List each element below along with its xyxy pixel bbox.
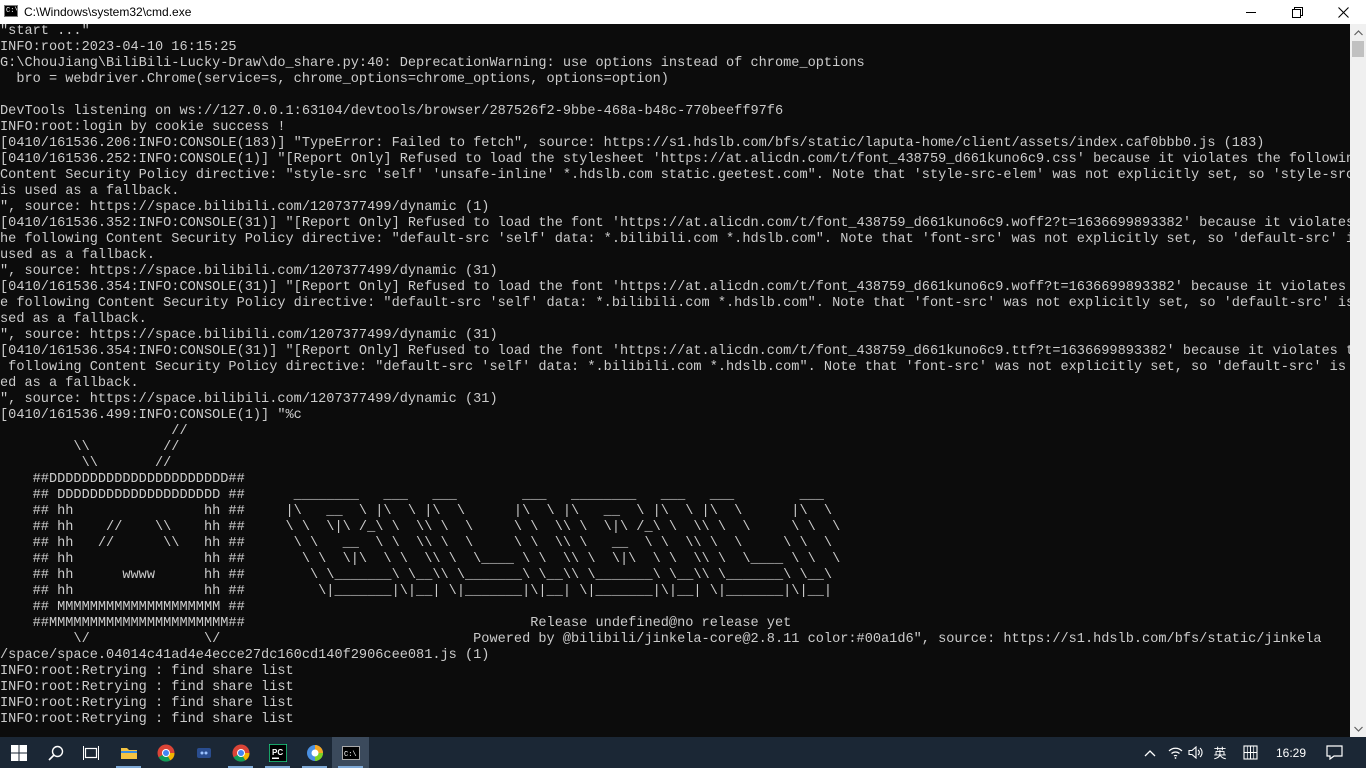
browser-button[interactable] [296,737,333,768]
chrome-icon [232,744,250,762]
console-line: he following Content Security Policy dir… [0,232,1350,247]
close-button[interactable] [1320,0,1366,24]
chrome-icon [157,744,175,762]
console-line: ", source: https://space.bilibili.com/12… [0,392,498,407]
task-view-icon [82,745,99,760]
console-line: following Content Security Policy direct… [0,360,1350,375]
folder-icon [120,748,137,759]
console-line: ## hh hh ## \|_______|\|__| \|_______|\|… [0,584,833,599]
console-line: "start ..." [0,24,90,39]
console-line: ## hh hh ## |\ __ \ |\ \ |\ \ |\ \ |\ __… [0,504,833,519]
svg-text:C:\: C:\ [344,751,357,759]
console-line: [0410/161536.499:INFO:CONSOLE(1)] "%c [0,408,302,423]
console-line: [0410/161536.354:INFO:CONSOLE(31)] "[Rep… [0,280,1350,295]
console-line: ##DDDDDDDDDDDDDDDDDDDDDD## [0,472,245,487]
window-title: C:\Windows\system32\cmd.exe [24,5,192,19]
cmd-icon: C:\ [341,745,360,760]
chevron-up-icon [1144,749,1156,756]
app-icon [196,747,211,758]
console-line: INFO:root:Retrying : find share list [0,712,294,727]
input-method-indicator[interactable]: 英 [1208,737,1232,768]
close-icon [1337,6,1349,18]
console-line: sed as a fallback. [0,312,147,327]
notification-icon [1325,745,1343,760]
search-button[interactable] [37,737,74,768]
console-line: ## MMMMMMMMMMMMMMMMMMMM ## [0,600,245,615]
chrome-running-button[interactable] [222,737,259,768]
wifi-icon [1168,747,1182,759]
console-line: INFO:root:Retrying : find share list [0,664,294,679]
clock[interactable]: 16:29 [1268,737,1314,768]
console-line: INFO:root:Retrying : find share list [0,680,294,695]
console-line: ", source: https://space.bilibili.com/12… [0,264,498,279]
console-line: ed as a fallback. [0,376,139,391]
chevron-up-icon [1353,29,1363,35]
console-line: G:\ChouJiang\BiliBili-Lucky-Draw\do_shar… [0,56,865,71]
console-line: is used as a fallback. [0,184,180,199]
pycharm-icon: PC [268,743,287,762]
restore-icon [1291,6,1303,18]
console-line: \\ // [0,440,180,455]
notification-center-button[interactable] [1322,737,1346,768]
console-line: ", source: https://space.bilibili.com/12… [0,200,490,215]
scroll-up-button[interactable] [1350,24,1366,41]
console-line: ## DDDDDDDDDDDDDDDDDDDD ## ________ ___ … [0,488,824,503]
console-line: [0410/161536.206:INFO:CONSOLE(183)] "Typ… [0,136,1265,151]
console-line: Content Security Policy directive: "styl… [0,168,1350,183]
show-hidden-icons-button[interactable] [1140,737,1160,768]
console-line: INFO:root:2023-04-10 16:15:25 [0,40,237,55]
console-line: bro = webdriver.Chrome(service=s, chrome… [0,72,669,87]
console-line: [0410/161536.352:INFO:CONSOLE(31)] "[Rep… [0,216,1350,231]
restore-button[interactable] [1274,0,1320,24]
console-line: used as a fallback. [0,248,155,263]
search-icon [47,745,63,761]
file-explorer-button[interactable] [110,737,147,768]
console-line: ", source: https://space.bilibili.com/12… [0,328,498,343]
minimize-button[interactable] [1228,0,1274,24]
console-line: ## hh // \\ hh ## \ \ __ \ \ \\ \ \ \ \ … [0,536,833,551]
start-button[interactable] [0,737,37,768]
console-line: // [0,424,188,439]
windows-logo-icon [10,744,27,761]
cmd-console-icon: C:\ [4,5,18,17]
cmd-button[interactable]: C:\ [332,737,369,768]
scroll-down-button[interactable] [1350,720,1366,737]
console-line: /space/space.04014c41ad4e4ecce27dc160cd1… [0,648,490,663]
app-button[interactable] [185,737,222,768]
svg-text:PC: PC [272,748,283,757]
speaker-icon [1188,746,1203,759]
minimize-icon [1246,12,1256,13]
console-line: ## hh // \\ hh ## \ \ \|\ /_\ \ \\ \ \ \… [0,520,841,535]
scroll-thumb[interactable] [1352,41,1364,57]
console-output[interactable]: "start ..." INFO:root:2023-04-10 16:15:25… [0,24,1350,737]
chrome-button[interactable] [147,737,184,768]
console-line: ## hh wwww hh ## \ \_______\ \__\\ \____… [0,568,833,583]
chevron-down-icon [1353,726,1363,732]
vertical-scrollbar[interactable] [1350,24,1366,737]
console-line: INFO:root:login by cookie success ! [0,120,286,135]
title-bar[interactable]: C:\ C:\Windows\system32\cmd.exe [0,0,1366,24]
input-mode-button[interactable] [1238,737,1262,768]
console-line: e following Content Security Policy dire… [0,296,1350,311]
console-line: [0410/161536.354:INFO:CONSOLE(31)] "[Rep… [0,344,1350,359]
console-line: [0410/161536.252:INFO:CONSOLE(1)] "[Repo… [0,152,1350,167]
volume-button[interactable] [1186,737,1206,768]
pycharm-button[interactable]: PC [259,737,296,768]
console-line: ##MMMMMMMMMMMMMMMMMMMMMM## Release undef… [0,616,792,631]
console-line: INFO:root:Retrying : find share list [0,696,294,711]
task-view-button[interactable] [72,737,109,768]
console-line: \/ \/ Powered by @bilibili/jinkela-core@… [0,632,1322,647]
browser-icon [306,744,323,761]
console-line: ## hh hh ## \ \ \|\ \ \ \\ \ \____ \ \ \… [0,552,841,567]
taskbar: PC C:\ 英 16:29 [0,737,1366,768]
network-button[interactable] [1165,737,1185,768]
console-line: \\ // [0,456,172,471]
console-text: "start ..." INFO:root:2023-04-10 16:15:25… [0,24,1350,728]
ime-grid-icon [1242,745,1258,760]
console-line: DevTools listening on ws://127.0.0.1:631… [0,104,784,119]
